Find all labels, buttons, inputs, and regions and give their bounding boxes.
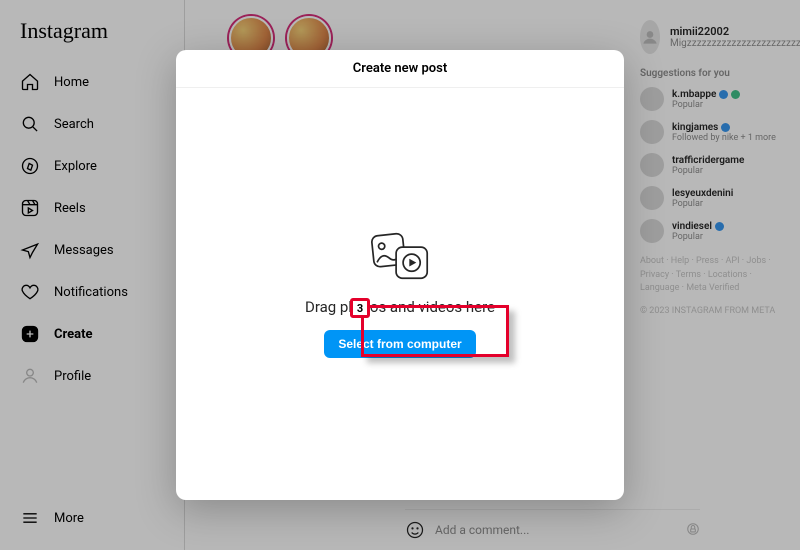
annotation-highlight	[361, 305, 509, 357]
modal-overlay[interactable]: Create new post Drag photos and videos h…	[0, 0, 800, 550]
media-icon	[365, 230, 435, 284]
modal-title: Create new post	[176, 50, 624, 88]
create-post-modal: Create new post Drag photos and videos h…	[176, 50, 624, 500]
modal-body: Drag photos and videos here Select from …	[176, 88, 624, 500]
annotation-number: 3	[350, 298, 370, 318]
